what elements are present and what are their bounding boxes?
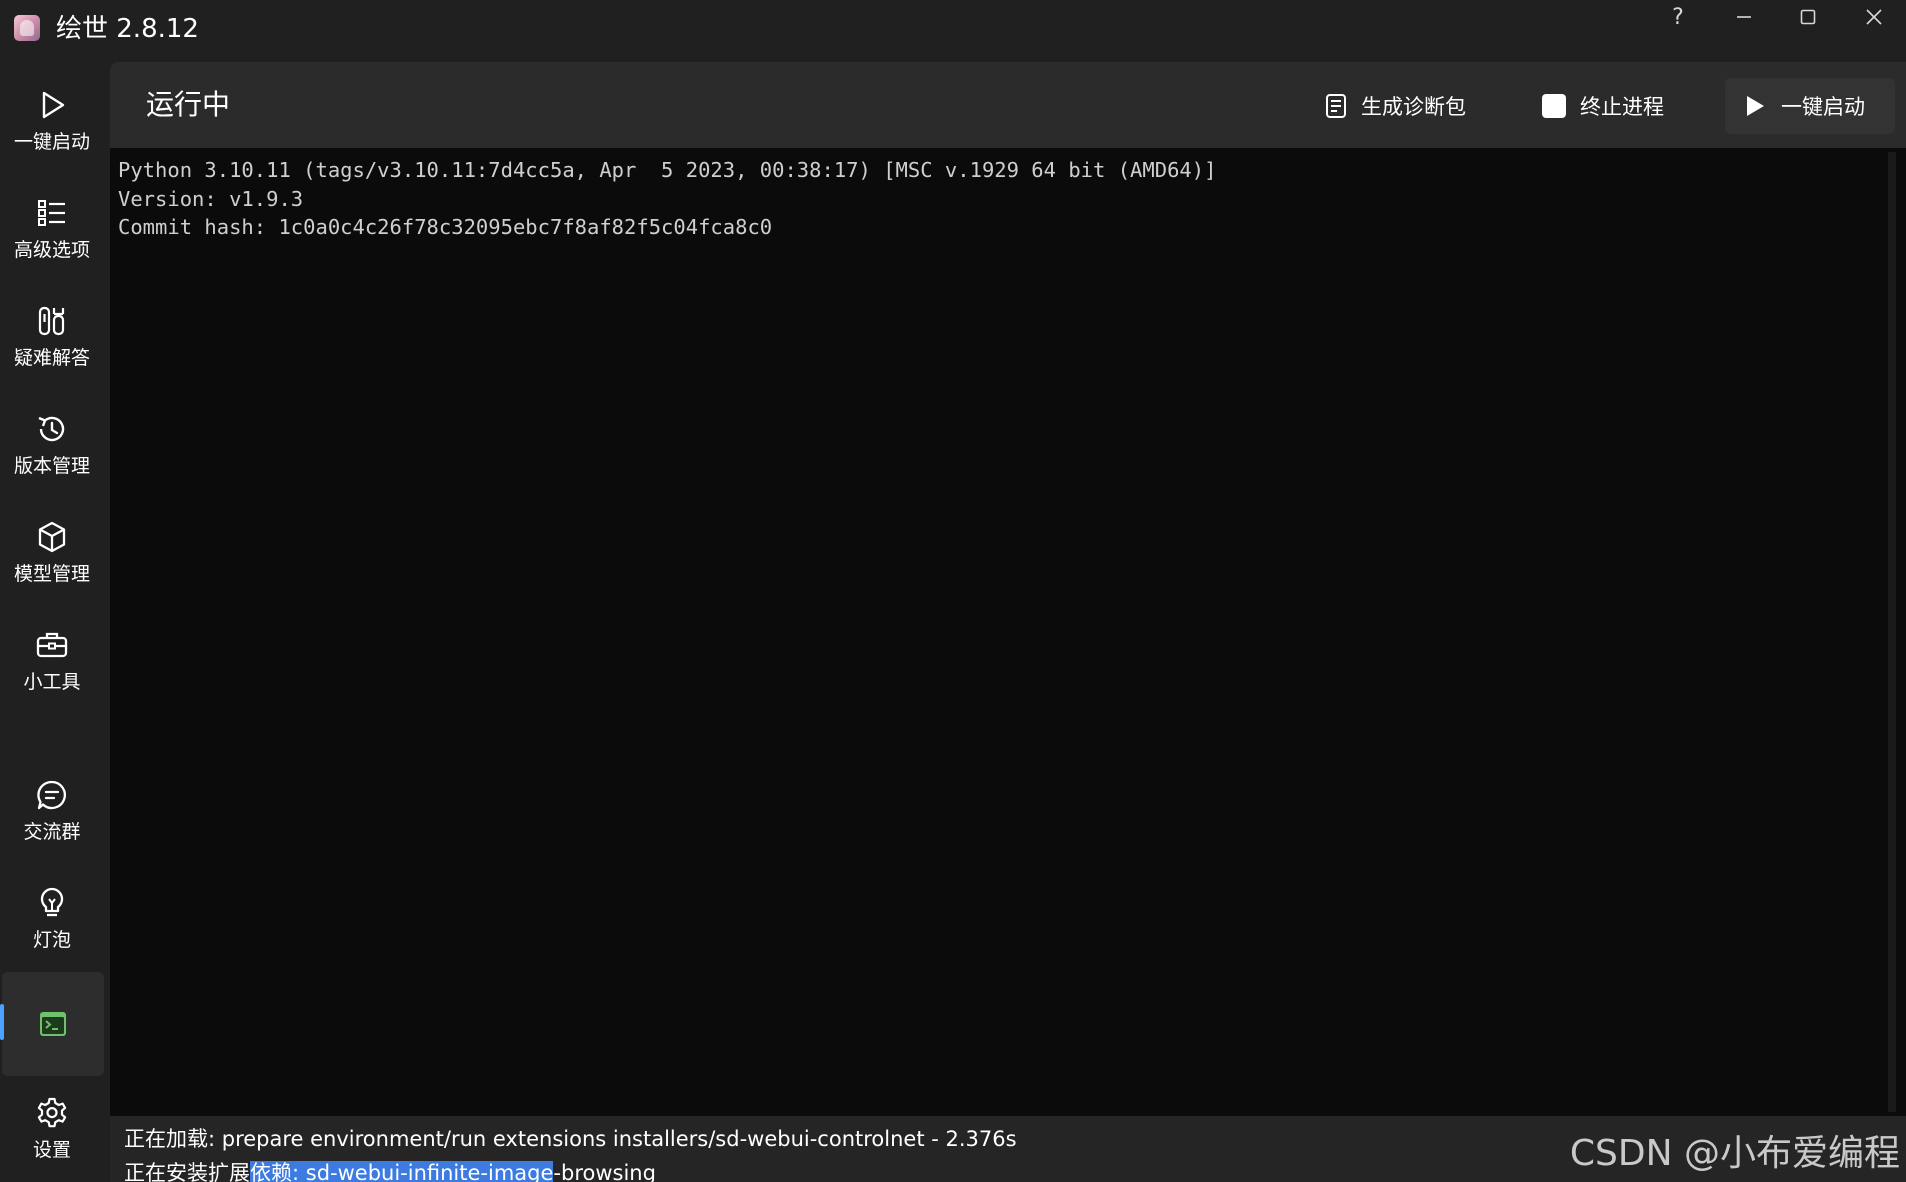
sidebar-item-label: 灯泡 [32,929,71,951]
generate-diagnostics-button[interactable]: 生成诊断包 [1307,78,1484,134]
app-title: 绘世 2.8.12 [56,14,199,44]
stop-process-label: 终止进程 [1580,95,1664,119]
console-line: Commit hash: 1c0a0c4c26f78c32095ebc7f8af… [118,215,773,239]
sidebar-item-settings[interactable]: 设置 [0,1080,104,1180]
generate-diagnostics-label: 生成诊断包 [1361,95,1466,119]
sidebar-nav: 一键启动 高级选项 疑难解答 版本管理 模型管理 小工具 交流群 灯泡 设置 [0,62,110,1182]
sidebar-item-launch[interactable]: 一键启动 [0,72,104,172]
tools-icon [38,306,65,336]
play-filled-icon [1747,96,1764,116]
sidebar-item-label: 版本管理 [13,455,90,477]
main-panel: 运行中 生成诊断包 终止进程 一键启动 Python 3.10.11 (tags… [110,62,1906,1182]
console-line: Python 3.10.11 (tags/v3.10.11:7d4cc5a, A… [118,158,1217,182]
close-icon [1866,9,1882,25]
sidebar-item-label: 疑难解答 [13,347,90,369]
console-line: Version: v1.9.3 [118,186,304,211]
one-click-start-label: 一键启动 [1781,95,1865,119]
toolbar: 运行中 生成诊断包 终止进程 一键启动 [110,62,1906,148]
lightbulb-icon [40,887,64,917]
sidebar-item-label: 交流群 [23,821,81,843]
title-bar: 绘世 2.8.12 ? [0,0,1906,62]
sidebar-item-tools[interactable]: 小工具 [0,612,104,712]
stop-square-icon [1542,94,1566,118]
console-icon [40,1012,66,1036]
minimize-button[interactable] [1714,0,1774,34]
stop-process-button[interactable]: 终止进程 [1524,78,1682,134]
sidebar-item-models[interactable]: 模型管理 [0,504,104,604]
play-icon [42,91,65,119]
console-scrollbar[interactable] [1888,152,1896,1112]
status-install-suffix: -browsing [553,1161,656,1182]
close-button[interactable] [1844,0,1904,34]
sidebar-item-lightbulb[interactable]: 灯泡 [0,870,104,970]
minimize-icon [1737,16,1751,18]
sidebar-item-versions[interactable]: 版本管理 [0,396,104,496]
status-install-highlight: 依赖: sd-webui-infinite-image [250,1161,554,1182]
history-icon [38,416,65,442]
sidebar-item-label: 设置 [32,1139,71,1161]
cube-icon [38,521,66,553]
list-icon [38,200,65,226]
watermark: CSDN @小布爱编程 [1569,1133,1900,1174]
sidebar-item-label: 一键启动 [13,131,90,153]
sidebar-item-community[interactable]: 交流群 [0,762,104,862]
status-install-prefix: 正在安装扩展 [124,1161,250,1182]
sidebar-item-label: 高级选项 [13,239,90,261]
chat-icon [37,780,67,810]
console-output[interactable]: Python 3.10.11 (tags/v3.10.11:7d4cc5a, A… [118,156,1888,1112]
sidebar-item-advanced[interactable]: 高级选项 [0,180,104,280]
help-button[interactable]: ? [1648,0,1708,34]
gear-icon [37,1097,67,1128]
help-icon: ? [1672,4,1684,30]
sidebar-item-console[interactable] [2,972,104,1076]
document-icon [1326,94,1346,118]
status-install-line: 正在安装扩展依赖: sd-webui-infinite-image-browsi… [124,1158,656,1182]
page-title: 运行中 [146,88,231,121]
app-logo-icon [14,15,40,41]
maximize-button[interactable] [1778,0,1838,34]
sidebar-item-label: 小工具 [23,671,81,693]
sidebar-item-label: 模型管理 [13,563,90,585]
maximize-icon [1800,9,1816,25]
status-loading-line: 正在加载: prepare environment/run extensions… [124,1127,1017,1151]
app-window: 绘世 2.8.12 ? 一键启动 高级选项 疑难解答 版本管理 模型管理 小工具… [0,0,1906,1182]
sidebar-item-troubleshoot[interactable]: 疑难解答 [0,288,104,388]
one-click-start-button[interactable]: 一键启动 [1725,78,1895,134]
toolbox-icon [36,632,68,658]
active-indicator [0,1004,4,1040]
